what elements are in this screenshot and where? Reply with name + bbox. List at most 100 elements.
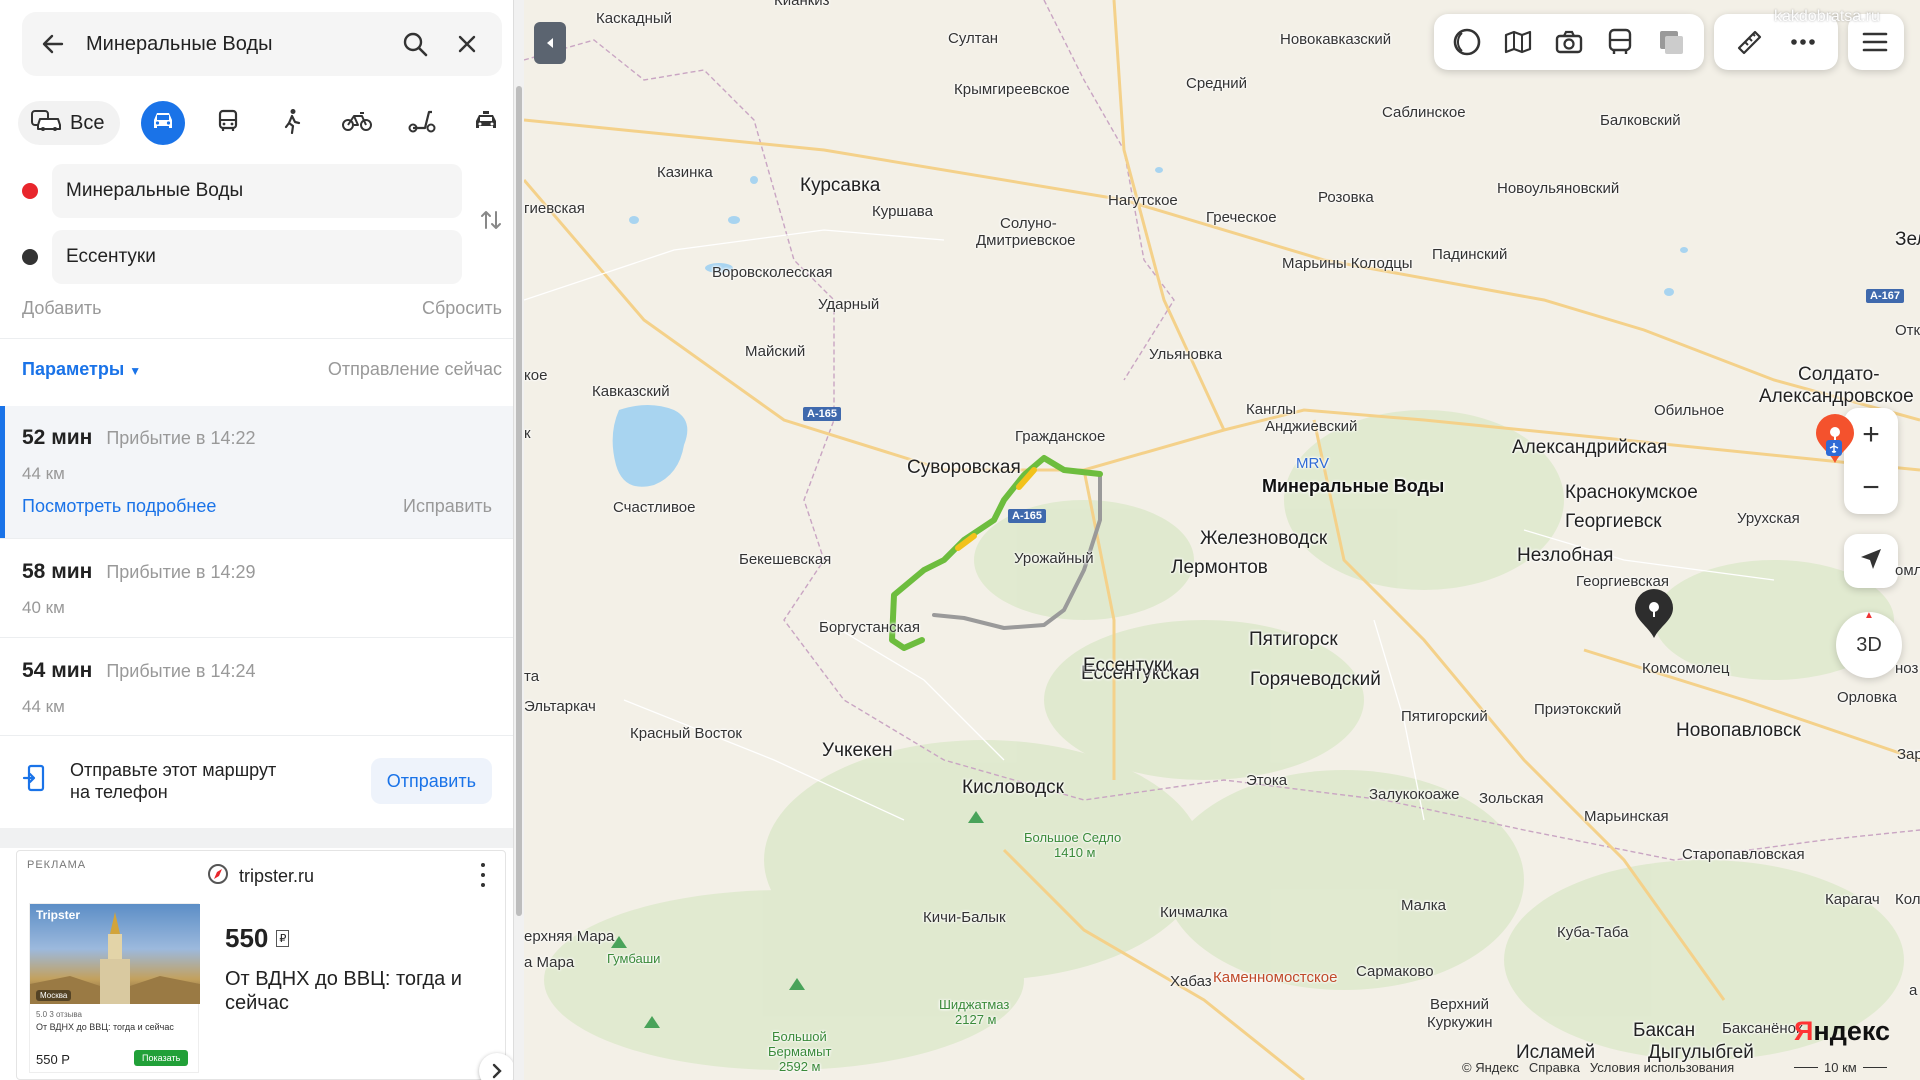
- params-dropdown[interactable]: Параметры ▼: [22, 359, 141, 380]
- route-option-3[interactable]: 54 мин Прибытие в 14:24 44 км: [0, 639, 513, 735]
- transport-layer-icon[interactable]: [1594, 15, 1645, 69]
- road-shield-a165: А-165: [1008, 509, 1046, 523]
- route-arrival: Прибытие в 14:29: [106, 562, 256, 582]
- watermark: kakdobratsa.ru: [1774, 8, 1880, 25]
- map-label: Боргустанская: [819, 619, 921, 636]
- map-label: Кианкиз: [774, 0, 830, 9]
- waypoint-actions: Добавить Сбросить: [22, 298, 502, 319]
- route-distance: 40 км: [22, 598, 65, 617]
- airport-code[interactable]: MRV: [1296, 455, 1329, 472]
- traffic-layer-icon[interactable]: [1442, 15, 1493, 69]
- mode-transit-button[interactable]: [206, 101, 250, 145]
- peak-height: 2592 м: [779, 1059, 821, 1074]
- phone-send-icon: [22, 764, 46, 799]
- city-label-essentuki[interactable]: Ессентуки: [1083, 655, 1173, 677]
- ad-card[interactable]: РЕКЛАМА tripster.ru Tripster Москва 5.0 …: [16, 850, 513, 1080]
- yandex-logo[interactable]: Яндекс: [1794, 1016, 1890, 1047]
- separator: [0, 828, 513, 848]
- map-scale: 10 км: [1794, 1060, 1887, 1075]
- mode-scooter-button[interactable]: [400, 101, 444, 145]
- three-d-button[interactable]: 3D ▲: [1836, 610, 1902, 678]
- mode-car-button[interactable]: [141, 101, 186, 145]
- geolocation-button[interactable]: [1844, 534, 1898, 588]
- road-shield-a167: А-167: [1866, 289, 1904, 303]
- mode-bike-button[interactable]: [335, 101, 379, 145]
- scrollbar-thumb[interactable]: [516, 86, 522, 916]
- search-icon[interactable]: [396, 25, 434, 63]
- terms-link[interactable]: Условия использования: [1590, 1060, 1734, 1075]
- map-layers-toolbar: [1434, 14, 1704, 70]
- map-label: Гражданское: [1015, 428, 1106, 445]
- help-link[interactable]: Справка: [1529, 1060, 1580, 1075]
- search-box[interactable]: Минеральные Воды: [22, 12, 502, 76]
- map-label: Кавказский: [592, 383, 670, 400]
- collapse-panel-button[interactable]: [534, 22, 566, 64]
- back-arrow-icon[interactable]: [38, 29, 68, 59]
- destination-pin-red[interactable]: [1814, 413, 1856, 465]
- city-label-lermontov[interactable]: Лермонтов: [1171, 557, 1268, 579]
- city-label-kislovodsk[interactable]: Кисловодск: [962, 777, 1064, 799]
- map-label: Георгиевская: [1576, 573, 1669, 590]
- city-label-pyatigorsk[interactable]: Пятигорск: [1249, 629, 1338, 651]
- map-label: а Мара: [524, 954, 575, 971]
- route-params: Параметры ▼ Отправление сейчас: [22, 359, 502, 380]
- map-label: Приэтокский: [1534, 701, 1622, 718]
- panorama-camera-icon[interactable]: [1544, 15, 1595, 69]
- reset-link[interactable]: Сбросить: [422, 298, 502, 319]
- more-vertical-icon[interactable]: [473, 863, 493, 887]
- ad-pic-brand: Tripster: [36, 908, 81, 922]
- chevron-right-icon[interactable]: [479, 1053, 513, 1080]
- map[interactable]: kakdobratsa.ru + − 3D ▲ А-165 А-165 А-16…: [524, 0, 1920, 1080]
- to-input[interactable]: Ессентуки: [52, 230, 462, 284]
- airport-icon[interactable]: [1826, 440, 1842, 456]
- from-input[interactable]: Минеральные Воды: [52, 164, 462, 218]
- map-label: Карагач: [1825, 891, 1880, 908]
- compass-north-icon: ▲: [1864, 610, 1874, 621]
- search-query[interactable]: Минеральные Воды: [86, 33, 382, 56]
- ruler-icon[interactable]: [1722, 15, 1776, 69]
- mode-all-button[interactable]: Все: [18, 101, 121, 145]
- ad-pic-button[interactable]: Показать: [134, 1050, 189, 1066]
- map-label: Счастливое: [613, 499, 696, 516]
- route-details-link[interactable]: Посмотреть подробнее: [22, 496, 216, 517]
- copyright[interactable]: © Яндекс: [1462, 1060, 1519, 1075]
- send-button[interactable]: Отправить: [370, 758, 492, 804]
- route-option-2[interactable]: 58 мин Прибытие в 14:29 40 км: [0, 540, 513, 636]
- zoom-out-button[interactable]: −: [1844, 461, 1898, 514]
- route-panel: Минеральные Воды Все Минеральные Воды Ес…: [0, 0, 514, 1080]
- start-pin-black[interactable]: [1633, 588, 1675, 640]
- scooter-icon: [408, 109, 436, 138]
- map-label: Обильное: [1654, 402, 1725, 419]
- map-label: Урожайный: [1014, 550, 1094, 567]
- map-label: Солдато-: [1798, 364, 1880, 385]
- mode-taxi-button[interactable]: [464, 101, 508, 145]
- route-option-1[interactable]: 52 мин Прибытие в 14:22 44 км Посмотреть …: [0, 406, 513, 538]
- ad-site[interactable]: tripster.ru: [207, 863, 314, 890]
- map-label: Куркужин: [1427, 1014, 1493, 1031]
- map-label: Новоульяновский: [1497, 180, 1620, 197]
- ad-image[interactable]: Tripster Москва 5.0 3 отзыва От ВДНХ до …: [29, 903, 200, 1073]
- map-type-icon[interactable]: [1645, 15, 1696, 69]
- map-label: Этока: [1246, 772, 1288, 789]
- add-point-link[interactable]: Добавить: [22, 298, 102, 319]
- panel-scrollbar[interactable]: [514, 0, 524, 1080]
- map-label: Учкекен: [822, 740, 893, 761]
- route-edit-link[interactable]: Исправить: [403, 496, 492, 517]
- swap-points-icon[interactable]: [478, 204, 504, 236]
- departure-time[interactable]: Отправление сейчас: [328, 359, 502, 380]
- taxi-icon: [473, 110, 499, 137]
- ruble-icon: ₽: [276, 930, 290, 947]
- map-label: Комсомолец: [1642, 660, 1730, 677]
- map-label: Марьины Колодцы: [1282, 255, 1413, 272]
- end-point-icon: [22, 249, 38, 265]
- route-time: 54 мин: [22, 659, 93, 682]
- close-icon[interactable]: [448, 25, 486, 63]
- city-label-zheleznovodsk[interactable]: Железноводск: [1200, 528, 1327, 550]
- mode-walk-button[interactable]: [271, 101, 315, 145]
- map-label: Куршава: [872, 203, 933, 220]
- map-layers-icon[interactable]: [1493, 15, 1544, 69]
- ad-title[interactable]: От ВДНХ до ВВЦ: тогда и сейчас: [225, 967, 475, 1015]
- city-label-min-vody[interactable]: Минеральные Воды: [1262, 476, 1444, 497]
- map-label: к: [524, 425, 531, 442]
- route-arrival: Прибытие в 14:22: [106, 428, 256, 448]
